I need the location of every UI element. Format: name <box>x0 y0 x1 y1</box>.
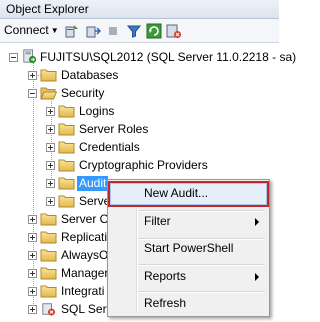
folder-icon <box>58 159 75 172</box>
sql-agent-icon <box>42 303 56 316</box>
expand-toggle[interactable] <box>46 197 55 206</box>
menu-item-refresh[interactable]: Refresh <box>110 293 267 315</box>
menu-item-new-audit[interactable]: New Audit... <box>108 181 269 207</box>
menu-item-filter[interactable]: Filter <box>110 211 267 233</box>
tree-label: Security <box>61 86 105 100</box>
tree-label: Integrati <box>61 284 105 298</box>
expand-toggle[interactable] <box>28 233 37 242</box>
toolbar: Connect ▼ <box>0 19 279 43</box>
collapse-toggle[interactable] <box>28 89 37 98</box>
folder-open-icon <box>40 87 57 100</box>
tree-label: Credentials <box>79 140 140 154</box>
menu-item-start-powershell[interactable]: Start PowerShell <box>110 238 267 260</box>
chevron-down-icon: ▼ <box>50 26 59 35</box>
submenu-arrow-icon <box>255 218 259 226</box>
panel-title: Object Explorer <box>0 0 279 19</box>
tree-node-logins[interactable]: Logins <box>0 103 279 121</box>
tree-label: Serve <box>79 194 111 208</box>
expand-toggle[interactable] <box>46 107 55 116</box>
server-label: FUJITSU\SQL2012 (SQL Server 11.0.2218 - … <box>40 50 297 64</box>
tree-label-selected: Audit <box>77 176 109 191</box>
filter-icon[interactable] <box>126 23 142 39</box>
context-menu: New Audit... Filter Start PowerShell Rep… <box>107 179 270 317</box>
expand-toggle[interactable] <box>46 179 55 188</box>
tree-label: Replicati <box>61 230 108 244</box>
expand-toggle[interactable] <box>28 71 37 80</box>
menu-item-reports[interactable]: Reports <box>110 266 267 288</box>
tree-label: Server Roles <box>79 122 149 136</box>
expand-toggle[interactable] <box>28 305 37 314</box>
activity-monitor-icon[interactable] <box>166 23 182 39</box>
tree-label: Logins <box>79 104 115 118</box>
folder-icon <box>58 195 75 208</box>
folder-icon <box>40 231 57 244</box>
expand-toggle[interactable] <box>28 215 37 224</box>
stop-icon[interactable] <box>105 23 121 39</box>
folder-icon <box>40 213 57 226</box>
tree-node-security[interactable]: Security <box>0 85 279 103</box>
tree-node-server[interactable]: FUJITSU\SQL2012 (SQL Server 11.0.2218 - … <box>0 49 296 67</box>
folder-icon <box>40 69 57 82</box>
tree-label: Databases <box>61 68 119 82</box>
folder-icon <box>58 177 75 190</box>
tree-node-server-roles[interactable]: Server Roles <box>0 121 279 139</box>
expand-toggle[interactable] <box>28 251 37 260</box>
disconnect-icon[interactable] <box>85 23 101 39</box>
connect-object-explorer-icon[interactable] <box>64 23 80 39</box>
tree-node-cryptographic-providers[interactable]: Cryptographic Providers <box>0 157 279 175</box>
tree-node-databases[interactable]: Databases <box>0 67 279 85</box>
tree-label: SQL Serv <box>61 302 113 316</box>
collapse-toggle[interactable] <box>9 53 18 62</box>
menu-item-label: Start PowerShell <box>144 241 234 255</box>
server-icon <box>23 49 37 63</box>
folder-icon <box>58 123 75 136</box>
tree-label: Manager <box>61 266 109 280</box>
connect-button[interactable]: Connect ▼ <box>4 23 59 37</box>
expand-toggle[interactable] <box>28 287 37 296</box>
submenu-arrow-icon <box>255 273 259 281</box>
folder-icon <box>58 141 75 154</box>
tree-node-credentials[interactable]: Credentials <box>0 139 279 157</box>
menu-item-label: Refresh <box>144 296 187 310</box>
folder-icon <box>40 249 57 262</box>
folder-icon <box>58 105 75 118</box>
refresh-icon[interactable] <box>146 23 162 39</box>
tree-label: AlwaysO <box>61 248 109 262</box>
expand-toggle[interactable] <box>46 143 55 152</box>
menu-item-label: Reports <box>144 269 187 283</box>
expand-toggle[interactable] <box>46 125 55 134</box>
folder-icon <box>40 285 57 298</box>
tree-label: Cryptographic Providers <box>79 158 208 172</box>
expand-toggle[interactable] <box>46 161 55 170</box>
folder-icon <box>40 267 57 280</box>
menu-item-label: Filter <box>144 214 171 228</box>
tree-label: Server Ol <box>61 212 112 226</box>
connect-label: Connect <box>4 23 49 37</box>
menu-item-label: New Audit... <box>144 186 209 200</box>
expand-toggle[interactable] <box>28 269 37 278</box>
